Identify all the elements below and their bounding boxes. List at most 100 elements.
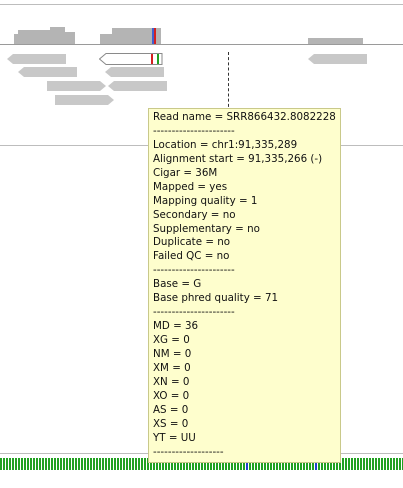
reference-base	[57, 458, 59, 470]
coverage-mismatch-bar	[152, 28, 154, 44]
reference-base	[30, 458, 32, 470]
reference-base	[84, 458, 86, 470]
xm-tag-line: XM = 0	[153, 361, 191, 374]
read-alignment[interactable]	[18, 67, 77, 77]
reference-base	[135, 458, 137, 470]
reference-base	[24, 458, 26, 470]
reference-base	[15, 458, 17, 470]
reference-base	[108, 458, 110, 470]
read-alignment[interactable]	[108, 81, 167, 91]
nm-tag-line: NM = 0	[153, 347, 192, 360]
read-alignment[interactable]	[308, 54, 367, 64]
reference-base	[69, 458, 71, 470]
xg-tag-line: XG = 0	[153, 334, 190, 346]
reference-base	[144, 458, 146, 470]
as-tag-line: AS = 0	[153, 403, 189, 416]
reference-base	[120, 458, 122, 470]
read-alignment[interactable]	[55, 95, 114, 105]
reference-base	[27, 458, 29, 470]
reference-base	[102, 458, 104, 470]
reference-base	[393, 458, 395, 470]
base-phred-quality-line: Base phred quality = 71	[153, 292, 279, 305]
reference-base	[342, 458, 344, 470]
reference-base	[351, 458, 353, 470]
separator-line: ----------------------	[153, 306, 235, 319]
reference-base	[123, 458, 125, 470]
xs-tag-line: XS = 0	[153, 417, 189, 430]
xo-tag-line: XO = 0	[153, 389, 190, 402]
reference-base	[48, 458, 50, 470]
reference-base	[132, 458, 134, 470]
reference-base	[99, 458, 101, 470]
reference-base	[345, 458, 347, 470]
separator-line: ----------------------	[153, 264, 235, 277]
md-tag-line: MD = 36	[153, 320, 199, 333]
reference-base	[72, 458, 74, 470]
reference-base	[369, 458, 371, 470]
track-top-border	[0, 4, 403, 5]
reference-base	[114, 458, 116, 470]
reference-base	[18, 458, 20, 470]
reference-base	[21, 458, 23, 470]
read-alignment[interactable]	[47, 81, 106, 91]
coverage-track[interactable]	[0, 22, 403, 44]
reference-base	[366, 458, 368, 470]
reference-base	[75, 458, 77, 470]
reference-base	[33, 458, 35, 470]
reference-base	[375, 458, 377, 470]
read-alignment[interactable]	[105, 67, 164, 77]
center-guide-line	[228, 52, 229, 112]
reference-base	[63, 458, 65, 470]
reference-base	[360, 458, 362, 470]
reference-base	[9, 458, 11, 470]
reference-base	[381, 458, 383, 470]
coverage-mismatch-bar	[154, 28, 156, 44]
reference-base	[129, 458, 131, 470]
reference-base	[93, 458, 95, 470]
reference-base	[45, 458, 47, 470]
reference-base	[96, 458, 98, 470]
read-name-line: Read name = SRR866432.8082228	[153, 111, 336, 123]
reference-base	[36, 458, 38, 470]
reference-base	[6, 458, 8, 470]
alignment-start-line: Alignment start = 91,335,266 (-)	[153, 152, 323, 165]
reference-base	[66, 458, 68, 470]
base-line: Base = G	[153, 278, 202, 291]
reference-base	[39, 458, 41, 470]
reference-base	[141, 458, 143, 470]
reference-base	[81, 458, 83, 470]
reference-base	[363, 458, 365, 470]
reference-base	[42, 458, 44, 470]
reference-base	[105, 458, 107, 470]
reference-base	[3, 458, 5, 470]
read-info-popup: Read name = SRR866432.8082228 ----------…	[148, 108, 341, 463]
reference-base	[117, 458, 119, 470]
secondary-line: Secondary = no	[153, 208, 236, 221]
failed-qc-line: Failed QC = no	[153, 250, 230, 263]
reference-base	[354, 458, 356, 470]
reference-base	[348, 458, 350, 470]
xn-tag-line: XN = 0	[153, 375, 190, 388]
duplicate-line: Duplicate = no	[153, 236, 231, 249]
read-alignment-selected[interactable]	[99, 53, 163, 65]
separator-line: -------------------	[153, 445, 224, 458]
reference-base	[0, 458, 2, 470]
reference-base	[60, 458, 62, 470]
reference-base	[372, 458, 374, 470]
reference-base	[357, 458, 359, 470]
reference-base	[396, 458, 398, 470]
read-alignment[interactable]	[7, 54, 66, 64]
reference-base	[138, 458, 140, 470]
reference-base	[54, 458, 56, 470]
coverage-bars	[14, 27, 363, 44]
cigar-line: Cigar = 36M	[153, 166, 218, 179]
reference-base	[78, 458, 80, 470]
separator-line: ----------------------	[153, 124, 235, 137]
reference-base	[399, 458, 401, 470]
reference-base	[90, 458, 92, 470]
reference-base	[12, 458, 14, 470]
location-line: Location = chr1:91,335,289	[153, 138, 298, 151]
reference-base	[126, 458, 128, 470]
reference-base	[111, 458, 113, 470]
reference-base	[384, 458, 386, 470]
